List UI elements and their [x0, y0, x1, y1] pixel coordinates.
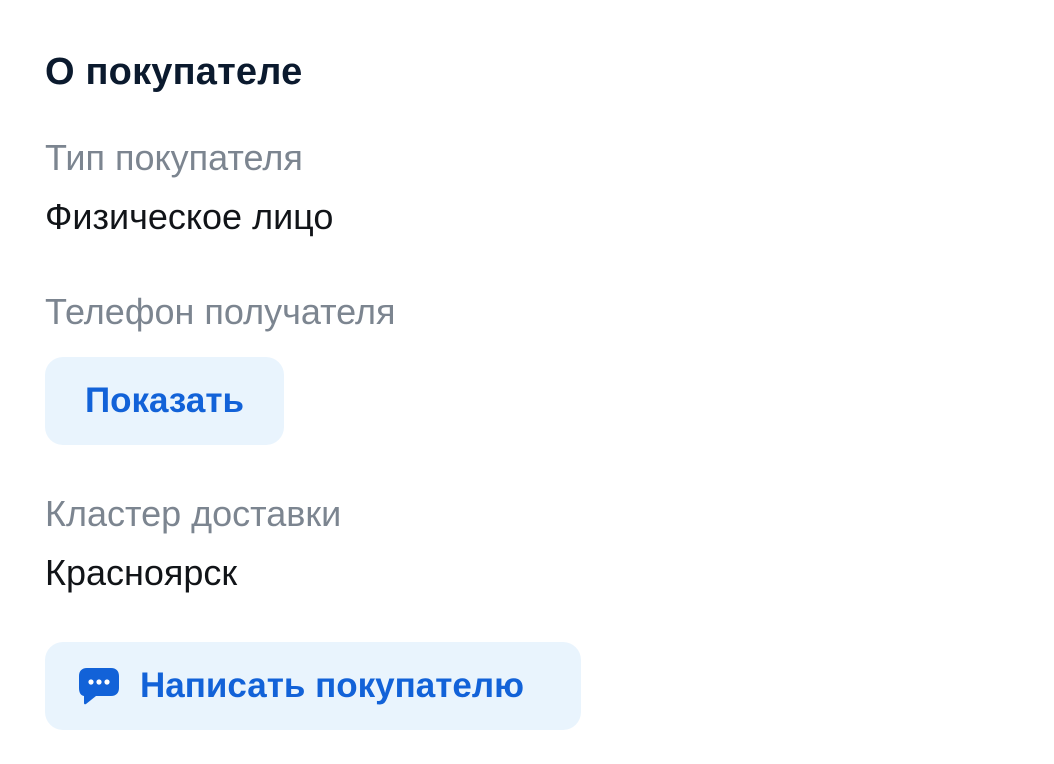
delivery-cluster-label: Кластер доставки: [45, 493, 342, 534]
delivery-cluster-value: Красноярск: [45, 552, 238, 593]
message-buyer-button-label: Написать покупателю: [140, 666, 524, 705]
show-phone-button[interactable]: Показать: [45, 357, 284, 445]
message-buyer-button[interactable]: Написать покупателю: [45, 642, 581, 730]
buyer-info-panel: О покупателе Тип покупателя Физическое л…: [45, 0, 1054, 764]
show-phone-button-label: Показать: [84, 381, 244, 420]
recipient-phone-label: Телефон получателя: [45, 291, 396, 332]
buyer-type-label: Тип покупателя: [45, 137, 303, 178]
chat-bubble-icon: [78, 667, 120, 705]
buyer-type-value: Физическое лицо: [45, 196, 334, 237]
section-title: О покупателе: [45, 51, 303, 93]
